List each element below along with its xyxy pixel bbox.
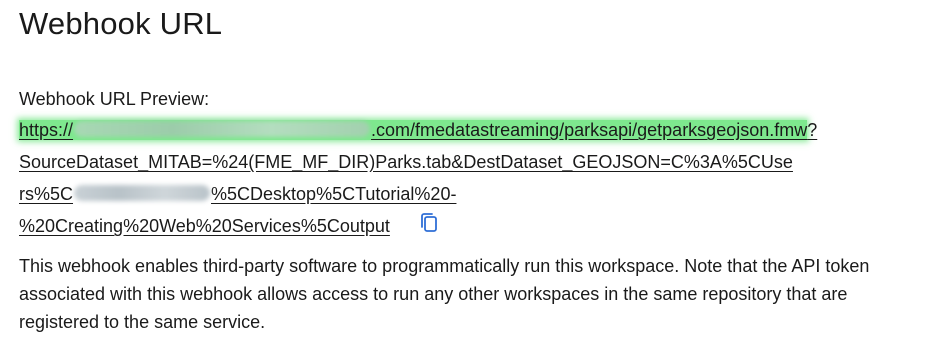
- redacted-username: [74, 185, 211, 202]
- webhook-url-link-query-start[interactable]: ?: [807, 120, 817, 140]
- redacted-hostname: [74, 121, 371, 138]
- url-line-2: SourceDataset_MITAB=%24(FME_MF_DIR)Parks…: [19, 146, 919, 178]
- webhook-url-link[interactable]: https:// .com/fmedatastreaming/parksapi/g…: [19, 120, 808, 140]
- webhook-description: This webhook enables third-party softwar…: [19, 256, 870, 332]
- page-title: Webhook URL: [19, 6, 223, 41]
- copy-icon[interactable]: [417, 211, 441, 235]
- url-part-path: .com/fmedatastreaming/parksapi/getparksg…: [371, 120, 808, 140]
- webhook-url-preview: https:// .com/fmedatastreaming/parksapi/g…: [19, 114, 919, 242]
- url-part-desktop: %5CDesktop%5CTutorial%20-: [211, 184, 457, 204]
- url-part-scheme: https://: [19, 120, 74, 140]
- webhook-url-preview-label: Webhook URL Preview:: [19, 89, 210, 109]
- url-line-4: %20Creating%20Web%20Services%5Coutput: [19, 210, 919, 242]
- url-line-1: https:// .com/fmedatastreaming/parksapi/g…: [19, 114, 919, 146]
- webhook-url-link-line-4[interactable]: %20Creating%20Web%20Services%5Coutput: [19, 216, 390, 236]
- webhook-url-link-line-2[interactable]: SourceDataset_MITAB=%24(FME_MF_DIR)Parks…: [19, 152, 793, 172]
- url-part-users: rs%5C: [19, 184, 74, 204]
- url-line-3: rs%5C %5CDesktop%5CTutorial%20-: [19, 178, 919, 210]
- webhook-url-link-line-3[interactable]: rs%5C %5CDesktop%5CTutorial%20-: [19, 184, 456, 204]
